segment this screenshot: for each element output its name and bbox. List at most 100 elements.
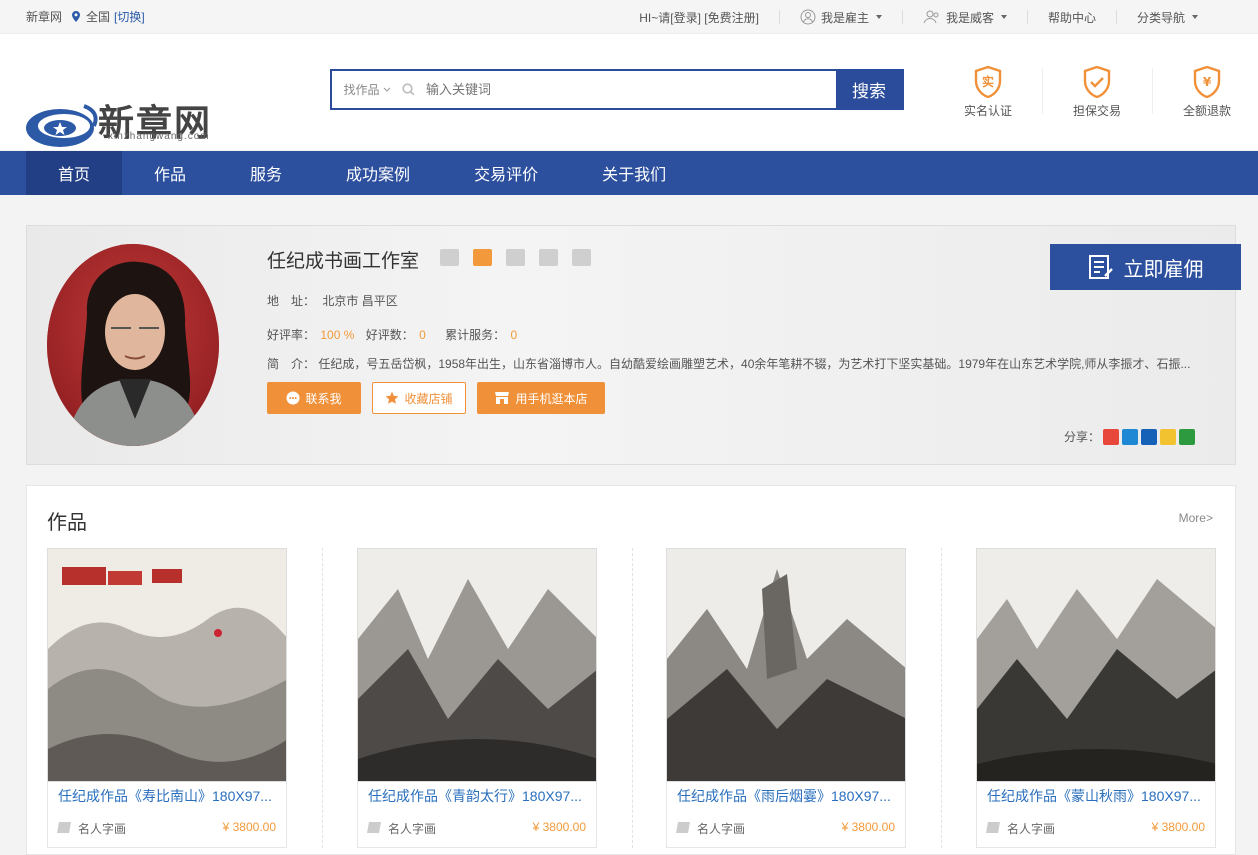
intro-text: 任纪成，号五岳岱枫，1958年出生，山东省淄博市人。自幼酷爱绘画雕塑艺术，40余… <box>318 357 1191 371</box>
escrow-shield-icon <box>1083 66 1111 98</box>
shop-address: 地 址： 北京市 昌平区 <box>267 292 398 309</box>
artwork-image[interactable] <box>47 548 287 782</box>
qq-share-icon[interactable] <box>1160 428 1176 445</box>
guarantee-escrow[interactable]: 担保交易 <box>1052 66 1142 119</box>
work-tag: 名人字画 <box>986 820 1055 837</box>
works-title: 作品 <box>47 512 87 534</box>
id-badge-icon[interactable] <box>473 249 492 266</box>
search-button[interactable]: 搜索 <box>836 71 902 108</box>
region-label: 全国 <box>86 10 111 24</box>
search-scope-select[interactable]: 找作品 <box>332 71 402 108</box>
mail-badge-icon[interactable] <box>506 249 525 266</box>
divider <box>322 548 323 848</box>
work-tag: 名人字画 <box>57 820 126 837</box>
shop-profile: 任纪成书画工作室 地 址： 北京市 昌平区 好评率： 100 % 好评数： 0 … <box>26 225 1241 465</box>
work-card[interactable]: 任纪成作品《雨后烟霎》180X97... 名人字画 ¥ 3800.00 <box>666 548 906 848</box>
good-count-value: 0 <box>419 328 426 342</box>
mobile-shop-button[interactable]: 用手机逛本店 <box>477 382 605 414</box>
work-tag-label: 名人字画 <box>388 822 437 836</box>
tag-icon <box>986 822 1000 833</box>
share-label: 分享： <box>1063 430 1100 444</box>
artwork-image[interactable] <box>357 548 597 782</box>
work-title-link[interactable]: 任纪成作品《雨后烟霎》180X97... <box>677 782 895 810</box>
card-badge-icon[interactable] <box>440 249 459 266</box>
help-center-link[interactable]: 帮助中心 <box>1026 10 1116 25</box>
category-nav-menu[interactable]: 分类导航 <box>1115 10 1218 25</box>
works-more-link[interactable]: More> <box>1179 511 1213 525</box>
work-card[interactable]: 任纪成作品《青韵太行》180X97... 名人字画 ¥ 3800.00 <box>357 548 597 848</box>
work-card[interactable]: 任纪成作品《寿比南山》180X97... 名人字画 ¥ 3800.00 <box>47 548 287 848</box>
certificate-badge-icon[interactable] <box>572 249 591 266</box>
address-value: 北京市 昌平区 <box>322 294 398 308</box>
address-label: 地 址： <box>267 294 316 308</box>
renren-share-icon[interactable] <box>1141 428 1157 445</box>
qzone-share-icon[interactable] <box>1122 428 1138 445</box>
nav-home[interactable]: 首页 <box>26 151 123 195</box>
chevron-down-icon <box>875 15 882 19</box>
work-price: ¥ 3800.00 <box>1151 820 1205 834</box>
help-center-label: 帮助中心 <box>1047 10 1096 25</box>
work-caption: 任纪成作品《雨后烟霎》180X97... 名人字画 ¥ 3800.00 <box>666 782 906 848</box>
provider-menu-label: 我是威客 <box>945 10 994 25</box>
divider <box>632 548 633 848</box>
tag-icon <box>367 822 381 833</box>
work-title-link[interactable]: 任纪成作品《青韵太行》180X97... <box>368 782 586 810</box>
douban-share-icon[interactable] <box>1179 428 1195 445</box>
work-title-link[interactable]: 任纪成作品《蒙山秋雨》180X97... <box>987 782 1205 810</box>
nav-reviews[interactable]: 交易评价 <box>442 151 570 195</box>
weibo-share-icon[interactable] <box>1103 428 1119 445</box>
region-switch-link[interactable]: [切换] <box>114 8 145 25</box>
work-card[interactable]: 任纪成作品《蒙山秋雨》180X97... 名人字画 ¥ 3800.00 <box>976 548 1216 848</box>
favorite-shop-button[interactable]: 收藏店铺 <box>372 382 466 414</box>
refund-shield-icon: ¥ <box>1193 66 1221 98</box>
guarantee-refund[interactable]: ¥ 全额退款 <box>1162 66 1252 119</box>
intro-label: 简 介： <box>267 357 316 371</box>
employer-menu[interactable]: 我是雇主 <box>778 9 902 25</box>
artwork-image[interactable] <box>666 548 906 782</box>
header: 新章网 xinzhangwang.com 找作品 搜索 实 实名认证 担保交易 … <box>0 34 1258 150</box>
divider <box>941 548 942 848</box>
search-scope-value: 找作品 <box>343 83 380 97</box>
shop-stats: 好评率： 100 % 好评数： 0 累计服务： 0 <box>267 326 517 343</box>
avatar <box>47 244 219 446</box>
shop-name: 任纪成书画工作室 <box>267 251 420 272</box>
contact-button[interactable]: 联系我 <box>267 382 361 414</box>
nav-about[interactable]: 关于我们 <box>570 151 698 195</box>
nav-works[interactable]: 作品 <box>122 151 218 195</box>
provider-menu[interactable]: 我是威客 <box>901 10 1027 25</box>
top-bar: 新章网 全国 [切换] HI~请[登录] [免费注册] 我是雇主 我是威客 帮助… <box>0 0 1258 34</box>
guarantee-refund-label: 全额退款 <box>1182 104 1231 118</box>
guarantee-realname[interactable]: 实 实名认证 <box>943 66 1033 119</box>
mobile-shop-label: 用手机逛本店 <box>515 391 588 406</box>
chat-icon <box>286 391 300 405</box>
top-bar-left: 新章网 全国 [切换] <box>26 8 145 25</box>
search-input[interactable] <box>422 71 836 108</box>
nav-cases[interactable]: 成功案例 <box>314 151 442 195</box>
login-register-text[interactable]: HI~请[登录] [免费注册] <box>639 9 759 26</box>
realname-badge-icon: 实 <box>974 66 1002 98</box>
artwork-image[interactable] <box>976 548 1216 782</box>
work-title-link[interactable]: 任纪成作品《寿比南山》180X97... <box>58 782 276 810</box>
site-logo[interactable]: 新章网 xinzhangwang.com <box>24 102 212 150</box>
artist-portrait-image <box>47 244 219 446</box>
star-icon <box>386 391 399 404</box>
top-bar-right: HI~请[登录] [免费注册] 我是雇主 我是威客 帮助中心 分类导航 <box>619 0 1218 34</box>
logo-domain: xinzhangwang.com <box>108 131 210 142</box>
main-nav: 首页 作品 服务 成功案例 交易评价 关于我们 <box>0 151 1258 195</box>
service-count-label: 累计服务： <box>445 328 506 342</box>
identity-badge-icon[interactable] <box>539 249 558 266</box>
login-register-links[interactable]: HI~请[登录] [免费注册] <box>619 9 779 26</box>
logo-swirl-icon <box>26 104 98 147</box>
category-nav-label: 分类导航 <box>1136 10 1185 25</box>
search-icon <box>402 71 422 108</box>
work-caption: 任纪成作品《寿比南山》180X97... 名人字画 ¥ 3800.00 <box>47 782 287 848</box>
work-tag: 名人字画 <box>676 820 745 837</box>
site-name[interactable]: 新章网 <box>26 8 62 25</box>
employer-menu-label: 我是雇主 <box>820 10 869 25</box>
chevron-down-icon <box>383 87 390 92</box>
user-circle-icon <box>800 9 816 25</box>
hire-now-button[interactable]: 立即雇佣 <box>1050 244 1241 290</box>
tag-icon <box>676 822 690 833</box>
nav-services[interactable]: 服务 <box>218 151 314 195</box>
svg-text:实: 实 <box>982 74 994 89</box>
